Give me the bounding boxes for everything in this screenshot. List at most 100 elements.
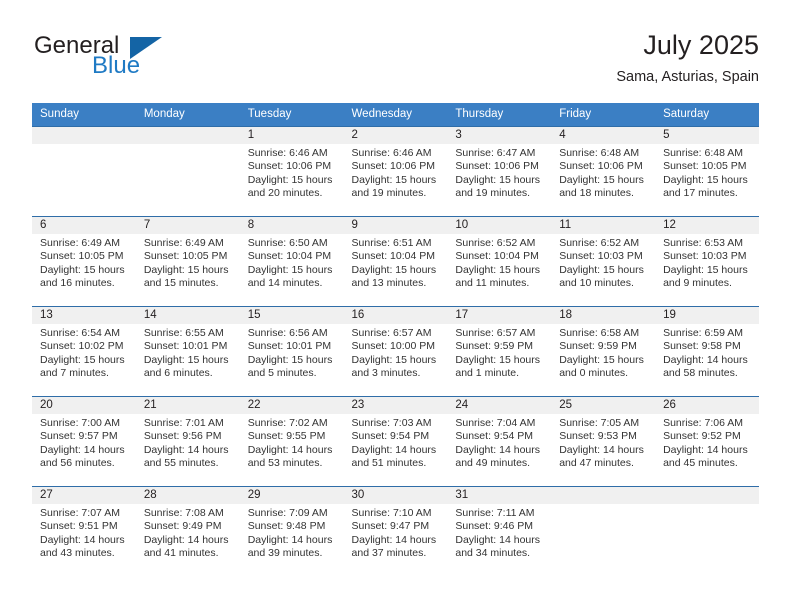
day-number (135, 127, 240, 144)
day-info-line: and 55 minutes. (143, 457, 219, 470)
calendar-day-cell[interactable]: 17 Sunrise: 6:57 AM Sunset: 9:59 PM Dayligh… (447, 306, 552, 397)
calendar-day-cell[interactable]: 6 Sunrise: 6:49 AM Sunset: 10:05 PM Dayligh… (32, 216, 136, 307)
calendar-day-cell[interactable]: 5 Sunrise: 6:48 AM Sunset: 10:05 PM Dayligh… (655, 126, 759, 217)
calendar-day-cell[interactable]: 3 Sunrise: 6:47 AM Sunset: 10:06 PM Dayligh… (447, 126, 552, 217)
day-info-line: Sunset: 9:59 PM (455, 340, 534, 353)
calendar-day-cell[interactable]: 11 Sunrise: 6:52 AM Sunset: 10:03 PM Daylig… (551, 216, 656, 307)
day-info-line: Sunrise: 7:11 AM (455, 507, 535, 519)
calendar-day-cell[interactable]: 7 Sunrise: 6:49 AM Sunset: 10:05 PM Dayligh… (135, 216, 240, 307)
calendar-day-cell[interactable]: 4 Sunrise: 6:48 AM Sunset: 10:06 PM Dayligh… (551, 126, 656, 217)
day-info-line: Daylight: 14 hours (351, 533, 437, 546)
day-sun-info: Sunrise: 6:57 AM Sunset: 9:59 PM Daylight:… (447, 324, 551, 381)
day-sun-info: Sunrise: 7:11 AM Sunset: 9:46 PM Daylight:… (447, 504, 551, 561)
calendar-day-cell[interactable]: 30 Sunrise: 7:10 AM Sunset: 9:47 PM Dayligh… (343, 486, 448, 576)
day-number: 19 (655, 307, 759, 324)
calendar-day-cell[interactable]: 13 Sunrise: 6:54 AM Sunset: 10:02 PM Daylig… (32, 306, 136, 397)
day-number: 29 (239, 487, 344, 504)
calendar-day-cell[interactable]: 8 Sunrise: 6:50 AM Sunset: 10:04 PM Dayligh… (239, 216, 344, 307)
logo-text-blue: Blue (92, 52, 141, 79)
day-info-line: Sunset: 10:06 PM (455, 160, 539, 173)
day-info-line: Daylight: 14 hours (663, 353, 748, 366)
day-info-line: Sunset: 9:51 PM (40, 520, 118, 533)
day-cell-content: 26 Sunrise: 7:06 AM Sunset: 9:52 PM Dayligh… (655, 397, 759, 486)
day-number: 13 (32, 307, 136, 324)
day-sun-info: Sunrise: 7:07 AM Sunset: 9:51 PM Daylight:… (32, 504, 136, 561)
day-info-line: Daylight: 14 hours (455, 443, 541, 456)
day-sun-info: Sunrise: 6:48 AM Sunset: 10:05 PM Daylight… (655, 144, 759, 201)
general-blue-logo[interactable]: General Blue (32, 32, 272, 90)
calendar-empty-cell (32, 126, 136, 217)
day-cell-content: 8 Sunrise: 6:50 AM Sunset: 10:04 PM Dayligh… (239, 217, 344, 306)
calendar-day-cell[interactable]: 15 Sunrise: 6:56 AM Sunset: 10:01 PM Daylig… (239, 306, 344, 397)
calendar-day-cell[interactable]: 9 Sunrise: 6:51 AM Sunset: 10:04 PM Dayligh… (343, 216, 448, 307)
calendar-day-cell[interactable]: 25 Sunrise: 7:05 AM Sunset: 9:53 PM Dayligh… (551, 396, 656, 487)
day-sun-info: Sunrise: 6:50 AM Sunset: 10:04 PM Daylight… (240, 234, 344, 291)
day-info-line: Sunset: 9:57 PM (40, 430, 118, 443)
day-number (32, 127, 136, 144)
calendar-day-cell[interactable]: 14 Sunrise: 6:55 AM Sunset: 10:01 PM Daylig… (135, 306, 240, 397)
calendar-week-row: 13 Sunrise: 6:54 AM Sunset: 10:02 PM Daylig… (32, 306, 759, 397)
day-info-line: and 17 minutes. (663, 187, 738, 200)
day-sun-info: Sunrise: 7:06 AM Sunset: 9:52 PM Daylight:… (655, 414, 759, 471)
day-number: 3 (447, 127, 552, 144)
day-info-line: Sunrise: 7:09 AM (247, 507, 328, 519)
day-info-line: Daylight: 15 hours (663, 263, 748, 276)
calendar-page: General Blue July 2025 Sama, Asturias, S… (0, 0, 792, 612)
day-info-line: Sunrise: 7:03 AM (351, 417, 432, 429)
day-number: 5 (655, 127, 759, 144)
weekday-header-tuesday: Tuesday (239, 103, 344, 127)
calendar-day-cell[interactable]: 22 Sunrise: 7:02 AM Sunset: 9:55 PM Dayligh… (239, 396, 344, 487)
day-sun-info: Sunrise: 6:52 AM Sunset: 10:04 PM Daylight… (447, 234, 551, 291)
day-number: 7 (135, 217, 240, 234)
calendar-day-cell[interactable]: 21 Sunrise: 7:01 AM Sunset: 9:56 PM Dayligh… (135, 396, 240, 487)
calendar-day-cell[interactable]: 12 Sunrise: 6:53 AM Sunset: 10:03 PM Daylig… (655, 216, 759, 307)
day-cell-content: 31 Sunrise: 7:11 AM Sunset: 9:46 PM Dayligh… (447, 487, 552, 576)
day-info-line: Sunrise: 7:04 AM (455, 417, 536, 429)
calendar-week-row: 6 Sunrise: 6:49 AM Sunset: 10:05 PM Dayligh… (32, 216, 759, 307)
day-info-line: and 41 minutes. (143, 547, 219, 560)
calendar-week-row: 27 Sunrise: 7:07 AM Sunset: 9:51 PM Dayligh… (32, 486, 759, 576)
day-info-line: Daylight: 14 hours (455, 533, 541, 546)
calendar-day-cell[interactable]: 23 Sunrise: 7:03 AM Sunset: 9:54 PM Dayligh… (343, 396, 448, 487)
day-cell-content (551, 487, 656, 576)
calendar-day-cell[interactable]: 1 Sunrise: 6:46 AM Sunset: 10:06 PM Dayligh… (239, 126, 344, 217)
calendar-day-cell[interactable]: 10 Sunrise: 6:52 AM Sunset: 10:04 PM Daylig… (447, 216, 552, 307)
calendar-day-cell[interactable]: 16 Sunrise: 6:57 AM Sunset: 10:00 PM Daylig… (343, 306, 448, 397)
day-cell-content: 10 Sunrise: 6:52 AM Sunset: 10:04 PM Daylig… (447, 217, 552, 306)
calendar-day-cell[interactable]: 2 Sunrise: 6:46 AM Sunset: 10:06 PM Dayligh… (343, 126, 448, 217)
day-info-line: and 19 minutes. (351, 187, 427, 200)
calendar-day-cell[interactable]: 19 Sunrise: 6:59 AM Sunset: 9:58 PM Dayligh… (655, 306, 759, 397)
day-info-line: Sunset: 10:01 PM (247, 340, 332, 353)
day-number: 8 (239, 217, 344, 234)
day-info-line: Sunrise: 6:46 AM (351, 147, 432, 159)
day-info-line: Sunset: 10:05 PM (40, 250, 124, 263)
calendar-day-cell[interactable]: 18 Sunrise: 6:58 AM Sunset: 9:59 PM Dayligh… (551, 306, 656, 397)
calendar-day-cell[interactable]: 31 Sunrise: 7:11 AM Sunset: 9:46 PM Dayligh… (447, 486, 552, 576)
day-number: 4 (551, 127, 656, 144)
day-sun-info: Sunrise: 6:55 AM Sunset: 10:01 PM Daylight… (136, 324, 240, 381)
day-info-line: Daylight: 14 hours (143, 533, 229, 546)
day-cell-content: 27 Sunrise: 7:07 AM Sunset: 9:51 PM Dayligh… (32, 487, 136, 576)
day-info-line: and 14 minutes. (247, 277, 323, 290)
day-info-line: and 16 minutes. (40, 277, 115, 290)
calendar-day-cell[interactable]: 28 Sunrise: 7:08 AM Sunset: 9:49 PM Dayligh… (135, 486, 240, 576)
day-sun-info: Sunrise: 7:00 AM Sunset: 9:57 PM Daylight:… (32, 414, 136, 471)
day-cell-content: 21 Sunrise: 7:01 AM Sunset: 9:56 PM Dayligh… (135, 397, 240, 486)
day-sun-info: Sunrise: 7:02 AM Sunset: 9:55 PM Daylight:… (240, 414, 344, 471)
day-cell-content: 16 Sunrise: 6:57 AM Sunset: 10:00 PM Daylig… (343, 307, 448, 396)
calendar-day-cell[interactable]: 27 Sunrise: 7:07 AM Sunset: 9:51 PM Dayligh… (32, 486, 136, 576)
day-info-line: and 1 minute. (455, 367, 520, 380)
weekday-header-saturday: Saturday (655, 103, 759, 127)
calendar-day-cell[interactable]: 24 Sunrise: 7:04 AM Sunset: 9:54 PM Dayligh… (447, 396, 552, 487)
day-info-line: Sunset: 10:06 PM (559, 160, 643, 173)
day-info-line: and 7 minutes. (40, 367, 109, 380)
weekday-header-friday: Friday (551, 103, 656, 127)
calendar-day-cell[interactable]: 20 Sunrise: 7:00 AM Sunset: 9:57 PM Dayligh… (32, 396, 136, 487)
day-number: 22 (239, 397, 344, 414)
day-info-line: Sunrise: 6:59 AM (663, 327, 744, 339)
calendar-day-cell[interactable]: 29 Sunrise: 7:09 AM Sunset: 9:48 PM Dayligh… (239, 486, 344, 576)
calendar-day-cell[interactable]: 26 Sunrise: 7:06 AM Sunset: 9:52 PM Dayligh… (655, 396, 759, 487)
day-info-line: Sunset: 9:58 PM (663, 340, 741, 353)
day-sun-info: Sunrise: 6:57 AM Sunset: 10:00 PM Daylight… (344, 324, 448, 381)
day-info-line: Sunrise: 6:57 AM (455, 327, 536, 339)
